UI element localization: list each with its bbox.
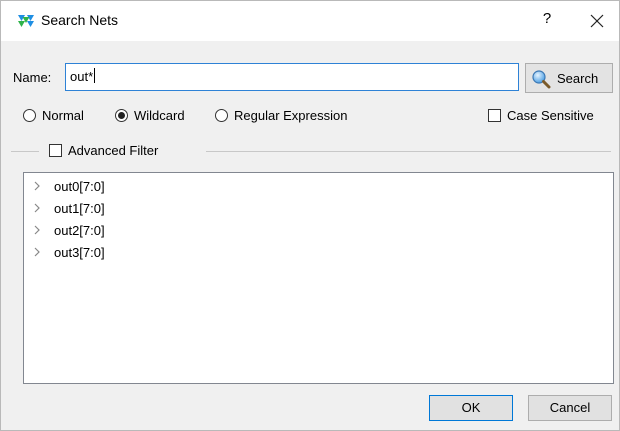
advanced-filter-group: Advanced Filter — [11, 142, 611, 160]
search-nets-dialog: Search Nets ? Name: out* Search Normal W… — [0, 0, 620, 431]
divider — [11, 151, 39, 152]
tree-item-label: out3[7:0] — [54, 245, 105, 260]
advanced-filter-label: Advanced Filter — [68, 143, 159, 158]
title-bar: Search Nets ? — [1, 1, 619, 41]
expand-arrow-icon[interactable] — [33, 225, 41, 235]
radio-circle-selected — [115, 109, 128, 122]
radio-wildcard[interactable]: Wildcard — [115, 108, 185, 126]
name-input-value: out* — [70, 69, 94, 84]
checkbox-box — [488, 109, 501, 122]
case-sensitive-checkbox[interactable]: Case Sensitive — [488, 108, 594, 126]
tree-item[interactable]: out2[7:0] — [24, 221, 613, 241]
expand-arrow-icon[interactable] — [33, 181, 41, 191]
magnifier-icon — [532, 70, 551, 89]
radio-normal-label: Normal — [42, 108, 84, 123]
expand-arrow-icon[interactable] — [33, 247, 41, 257]
tree-item-label: out0[7:0] — [54, 179, 105, 194]
close-icon[interactable] — [586, 10, 608, 32]
expand-arrow-icon[interactable] — [33, 203, 41, 213]
case-sensitive-label: Case Sensitive — [507, 108, 594, 123]
checkbox-box — [49, 144, 62, 157]
radio-normal[interactable]: Normal — [23, 108, 84, 126]
search-button-label: Search — [557, 71, 599, 86]
ok-button[interactable]: OK — [429, 395, 513, 421]
results-tree[interactable]: out0[7:0] out1[7:0] out2[7:0] out3[7:0] — [23, 172, 614, 384]
tree-item[interactable]: out0[7:0] — [24, 177, 613, 197]
tree-item-label: out2[7:0] — [54, 223, 105, 238]
tree-item[interactable]: out1[7:0] — [24, 199, 613, 219]
cancel-button[interactable]: Cancel — [528, 395, 612, 421]
advanced-filter-checkbox[interactable]: Advanced Filter — [49, 143, 158, 158]
tree-item-label: out1[7:0] — [54, 201, 105, 216]
radio-circle — [215, 109, 228, 122]
radio-circle — [23, 109, 36, 122]
radio-wildcard-label: Wildcard — [134, 108, 185, 123]
divider — [206, 151, 611, 152]
tree-item[interactable]: out3[7:0] — [24, 243, 613, 263]
name-label: Name: — [13, 70, 52, 85]
radio-regular-expression[interactable]: Regular Expression — [215, 108, 347, 126]
help-button[interactable]: ? — [535, 10, 559, 30]
nets-app-icon — [18, 15, 34, 27]
search-button[interactable]: Search — [525, 63, 613, 93]
radio-regex-label: Regular Expression — [234, 108, 348, 123]
text-caret — [94, 68, 96, 83]
name-input[interactable]: out* — [65, 63, 519, 91]
dialog-title: Search Nets — [41, 12, 119, 28]
